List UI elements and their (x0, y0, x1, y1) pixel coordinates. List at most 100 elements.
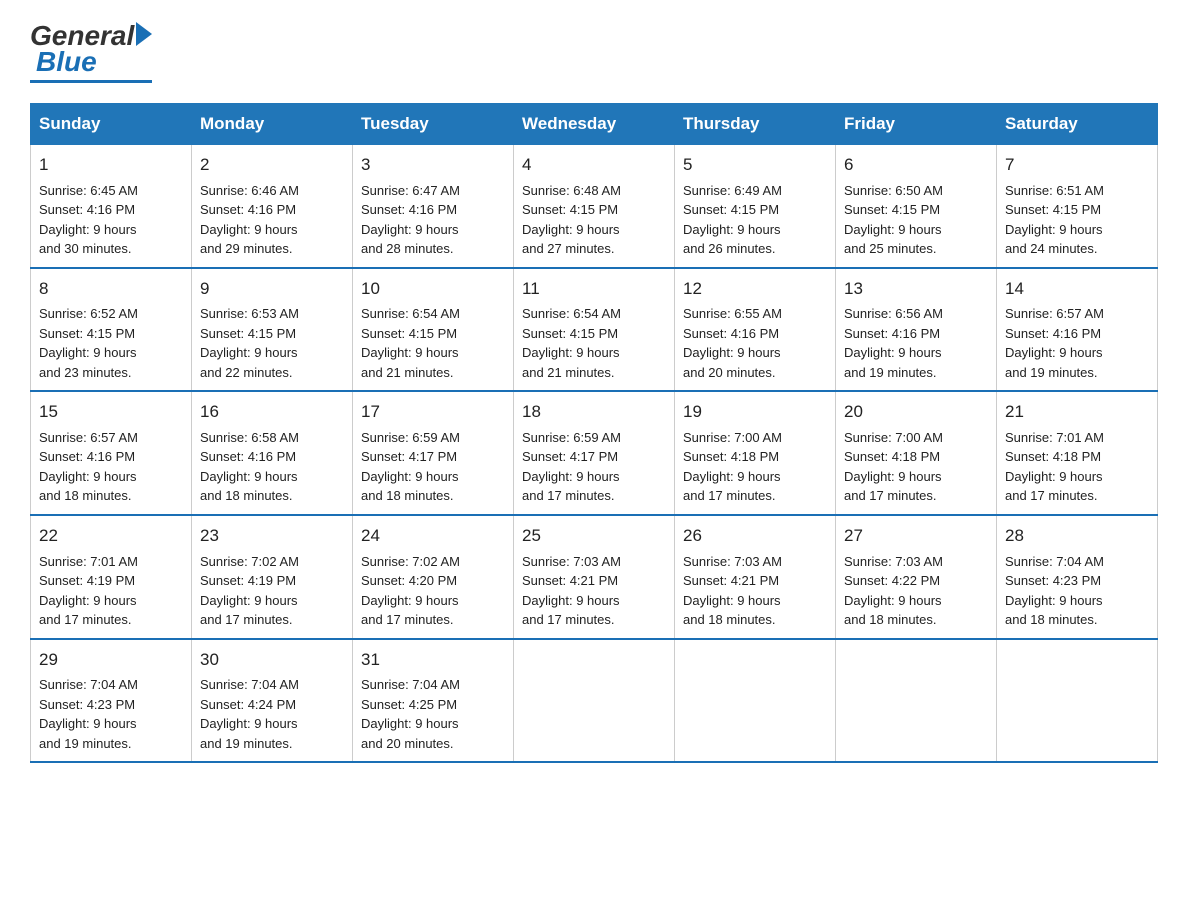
day-info: Sunrise: 6:52 AMSunset: 4:15 PMDaylight:… (39, 304, 183, 382)
header-wednesday: Wednesday (514, 104, 675, 145)
day-number: 8 (39, 277, 183, 302)
day-info: Sunrise: 6:51 AMSunset: 4:15 PMDaylight:… (1005, 181, 1149, 259)
header-monday: Monday (192, 104, 353, 145)
day-31: 31Sunrise: 7:04 AMSunset: 4:25 PMDayligh… (353, 639, 514, 763)
empty-cell (514, 639, 675, 763)
day-number: 25 (522, 524, 666, 549)
day-info: Sunrise: 6:46 AMSunset: 4:16 PMDaylight:… (200, 181, 344, 259)
day-14: 14Sunrise: 6:57 AMSunset: 4:16 PMDayligh… (997, 268, 1158, 392)
day-number: 15 (39, 400, 183, 425)
day-8: 8Sunrise: 6:52 AMSunset: 4:15 PMDaylight… (31, 268, 192, 392)
day-info: Sunrise: 6:59 AMSunset: 4:17 PMDaylight:… (522, 428, 666, 506)
day-number: 31 (361, 648, 505, 673)
day-number: 22 (39, 524, 183, 549)
day-number: 4 (522, 153, 666, 178)
day-4: 4 Sunrise: 6:48 AMSunset: 4:15 PMDaylight… (514, 145, 675, 268)
week-row-2: 8Sunrise: 6:52 AMSunset: 4:15 PMDaylight… (31, 268, 1158, 392)
day-info: Sunrise: 6:56 AMSunset: 4:16 PMDaylight:… (844, 304, 988, 382)
calendar-table: SundayMondayTuesdayWednesdayThursdayFrid… (30, 103, 1158, 763)
day-number: 12 (683, 277, 827, 302)
day-number: 30 (200, 648, 344, 673)
day-number: 23 (200, 524, 344, 549)
day-info: Sunrise: 7:02 AMSunset: 4:19 PMDaylight:… (200, 552, 344, 630)
day-7: 7 Sunrise: 6:51 AMSunset: 4:15 PMDaylight… (997, 145, 1158, 268)
header-saturday: Saturday (997, 104, 1158, 145)
day-30: 30Sunrise: 7:04 AMSunset: 4:24 PMDayligh… (192, 639, 353, 763)
day-16: 16 Sunrise: 6:58 AMSunset: 4:16 PMDayligh… (192, 391, 353, 515)
day-1: 1 Sunrise: 6:45 AMSunset: 4:16 PMDaylight… (31, 145, 192, 268)
day-2: 2 Sunrise: 6:46 AMSunset: 4:16 PMDaylight… (192, 145, 353, 268)
day-info: Sunrise: 7:01 AMSunset: 4:19 PMDaylight:… (39, 552, 183, 630)
empty-cell (997, 639, 1158, 763)
day-info: Sunrise: 6:50 AMSunset: 4:15 PMDaylight:… (844, 181, 988, 259)
day-18: 18 Sunrise: 6:59 AMSunset: 4:17 PMDayligh… (514, 391, 675, 515)
day-27: 27 Sunrise: 7:03 AMSunset: 4:22 PMDayligh… (836, 515, 997, 639)
day-number: 5 (683, 153, 827, 178)
day-number: 28 (1005, 524, 1149, 549)
day-info: Sunrise: 6:59 AMSunset: 4:17 PMDaylight:… (361, 428, 505, 506)
day-info: Sunrise: 6:48 AMSunset: 4:15 PMDaylight:… (522, 181, 666, 259)
day-number: 16 (200, 400, 344, 425)
day-number: 11 (522, 277, 666, 302)
day-11: 11Sunrise: 6:54 AMSunset: 4:15 PMDayligh… (514, 268, 675, 392)
day-number: 1 (39, 153, 183, 178)
day-info: Sunrise: 6:55 AMSunset: 4:16 PMDaylight:… (683, 304, 827, 382)
day-number: 21 (1005, 400, 1149, 425)
day-28: 28 Sunrise: 7:04 AMSunset: 4:23 PMDayligh… (997, 515, 1158, 639)
header-tuesday: Tuesday (353, 104, 514, 145)
day-number: 18 (522, 400, 666, 425)
day-21: 21 Sunrise: 7:01 AMSunset: 4:18 PMDayligh… (997, 391, 1158, 515)
day-info: Sunrise: 6:53 AMSunset: 4:15 PMDaylight:… (200, 304, 344, 382)
day-19: 19Sunrise: 7:00 AMSunset: 4:18 PMDayligh… (675, 391, 836, 515)
day-info: Sunrise: 7:01 AMSunset: 4:18 PMDaylight:… (1005, 428, 1149, 506)
day-info: Sunrise: 6:49 AMSunset: 4:15 PMDaylight:… (683, 181, 827, 259)
day-10: 10Sunrise: 6:54 AMSunset: 4:15 PMDayligh… (353, 268, 514, 392)
day-number: 29 (39, 648, 183, 673)
day-13: 13Sunrise: 6:56 AMSunset: 4:16 PMDayligh… (836, 268, 997, 392)
day-info: Sunrise: 7:03 AMSunset: 4:21 PMDaylight:… (522, 552, 666, 630)
day-17: 17 Sunrise: 6:59 AMSunset: 4:17 PMDayligh… (353, 391, 514, 515)
day-info: Sunrise: 6:54 AMSunset: 4:15 PMDaylight:… (522, 304, 666, 382)
logo: General Blue (30, 20, 152, 83)
day-number: 7 (1005, 153, 1149, 178)
logo-blue-text: Blue (36, 46, 97, 78)
week-row-1: 1 Sunrise: 6:45 AMSunset: 4:16 PMDaylight… (31, 145, 1158, 268)
day-number: 24 (361, 524, 505, 549)
day-number: 9 (200, 277, 344, 302)
day-info: Sunrise: 7:04 AMSunset: 4:24 PMDaylight:… (200, 675, 344, 753)
day-6: 6 Sunrise: 6:50 AMSunset: 4:15 PMDaylight… (836, 145, 997, 268)
day-number: 6 (844, 153, 988, 178)
day-info: Sunrise: 6:57 AMSunset: 4:16 PMDaylight:… (39, 428, 183, 506)
page-header: General Blue (30, 20, 1158, 83)
day-5: 5 Sunrise: 6:49 AMSunset: 4:15 PMDaylight… (675, 145, 836, 268)
day-20: 20Sunrise: 7:00 AMSunset: 4:18 PMDayligh… (836, 391, 997, 515)
week-row-5: 29Sunrise: 7:04 AMSunset: 4:23 PMDayligh… (31, 639, 1158, 763)
day-number: 2 (200, 153, 344, 178)
day-info: Sunrise: 6:47 AMSunset: 4:16 PMDaylight:… (361, 181, 505, 259)
empty-cell (836, 639, 997, 763)
day-number: 14 (1005, 277, 1149, 302)
logo-underline (30, 80, 152, 83)
day-9: 9Sunrise: 6:53 AMSunset: 4:15 PMDaylight… (192, 268, 353, 392)
day-info: Sunrise: 7:04 AMSunset: 4:25 PMDaylight:… (361, 675, 505, 753)
day-info: Sunrise: 7:02 AMSunset: 4:20 PMDaylight:… (361, 552, 505, 630)
logo-arrow-icon (136, 22, 152, 46)
day-info: Sunrise: 7:00 AMSunset: 4:18 PMDaylight:… (683, 428, 827, 506)
day-22: 22 Sunrise: 7:01 AMSunset: 4:19 PMDayligh… (31, 515, 192, 639)
empty-cell (675, 639, 836, 763)
day-info: Sunrise: 7:04 AMSunset: 4:23 PMDaylight:… (1005, 552, 1149, 630)
day-info: Sunrise: 6:58 AMSunset: 4:16 PMDaylight:… (200, 428, 344, 506)
day-info: Sunrise: 6:57 AMSunset: 4:16 PMDaylight:… (1005, 304, 1149, 382)
header-friday: Friday (836, 104, 997, 145)
day-number: 27 (844, 524, 988, 549)
day-26: 26Sunrise: 7:03 AMSunset: 4:21 PMDayligh… (675, 515, 836, 639)
header-sunday: Sunday (31, 104, 192, 145)
day-number: 17 (361, 400, 505, 425)
day-number: 26 (683, 524, 827, 549)
day-info: Sunrise: 6:54 AMSunset: 4:15 PMDaylight:… (361, 304, 505, 382)
day-info: Sunrise: 6:45 AMSunset: 4:16 PMDaylight:… (39, 181, 183, 259)
day-info: Sunrise: 7:03 AMSunset: 4:22 PMDaylight:… (844, 552, 988, 630)
day-info: Sunrise: 7:04 AMSunset: 4:23 PMDaylight:… (39, 675, 183, 753)
day-12: 12Sunrise: 6:55 AMSunset: 4:16 PMDayligh… (675, 268, 836, 392)
day-number: 20 (844, 400, 988, 425)
